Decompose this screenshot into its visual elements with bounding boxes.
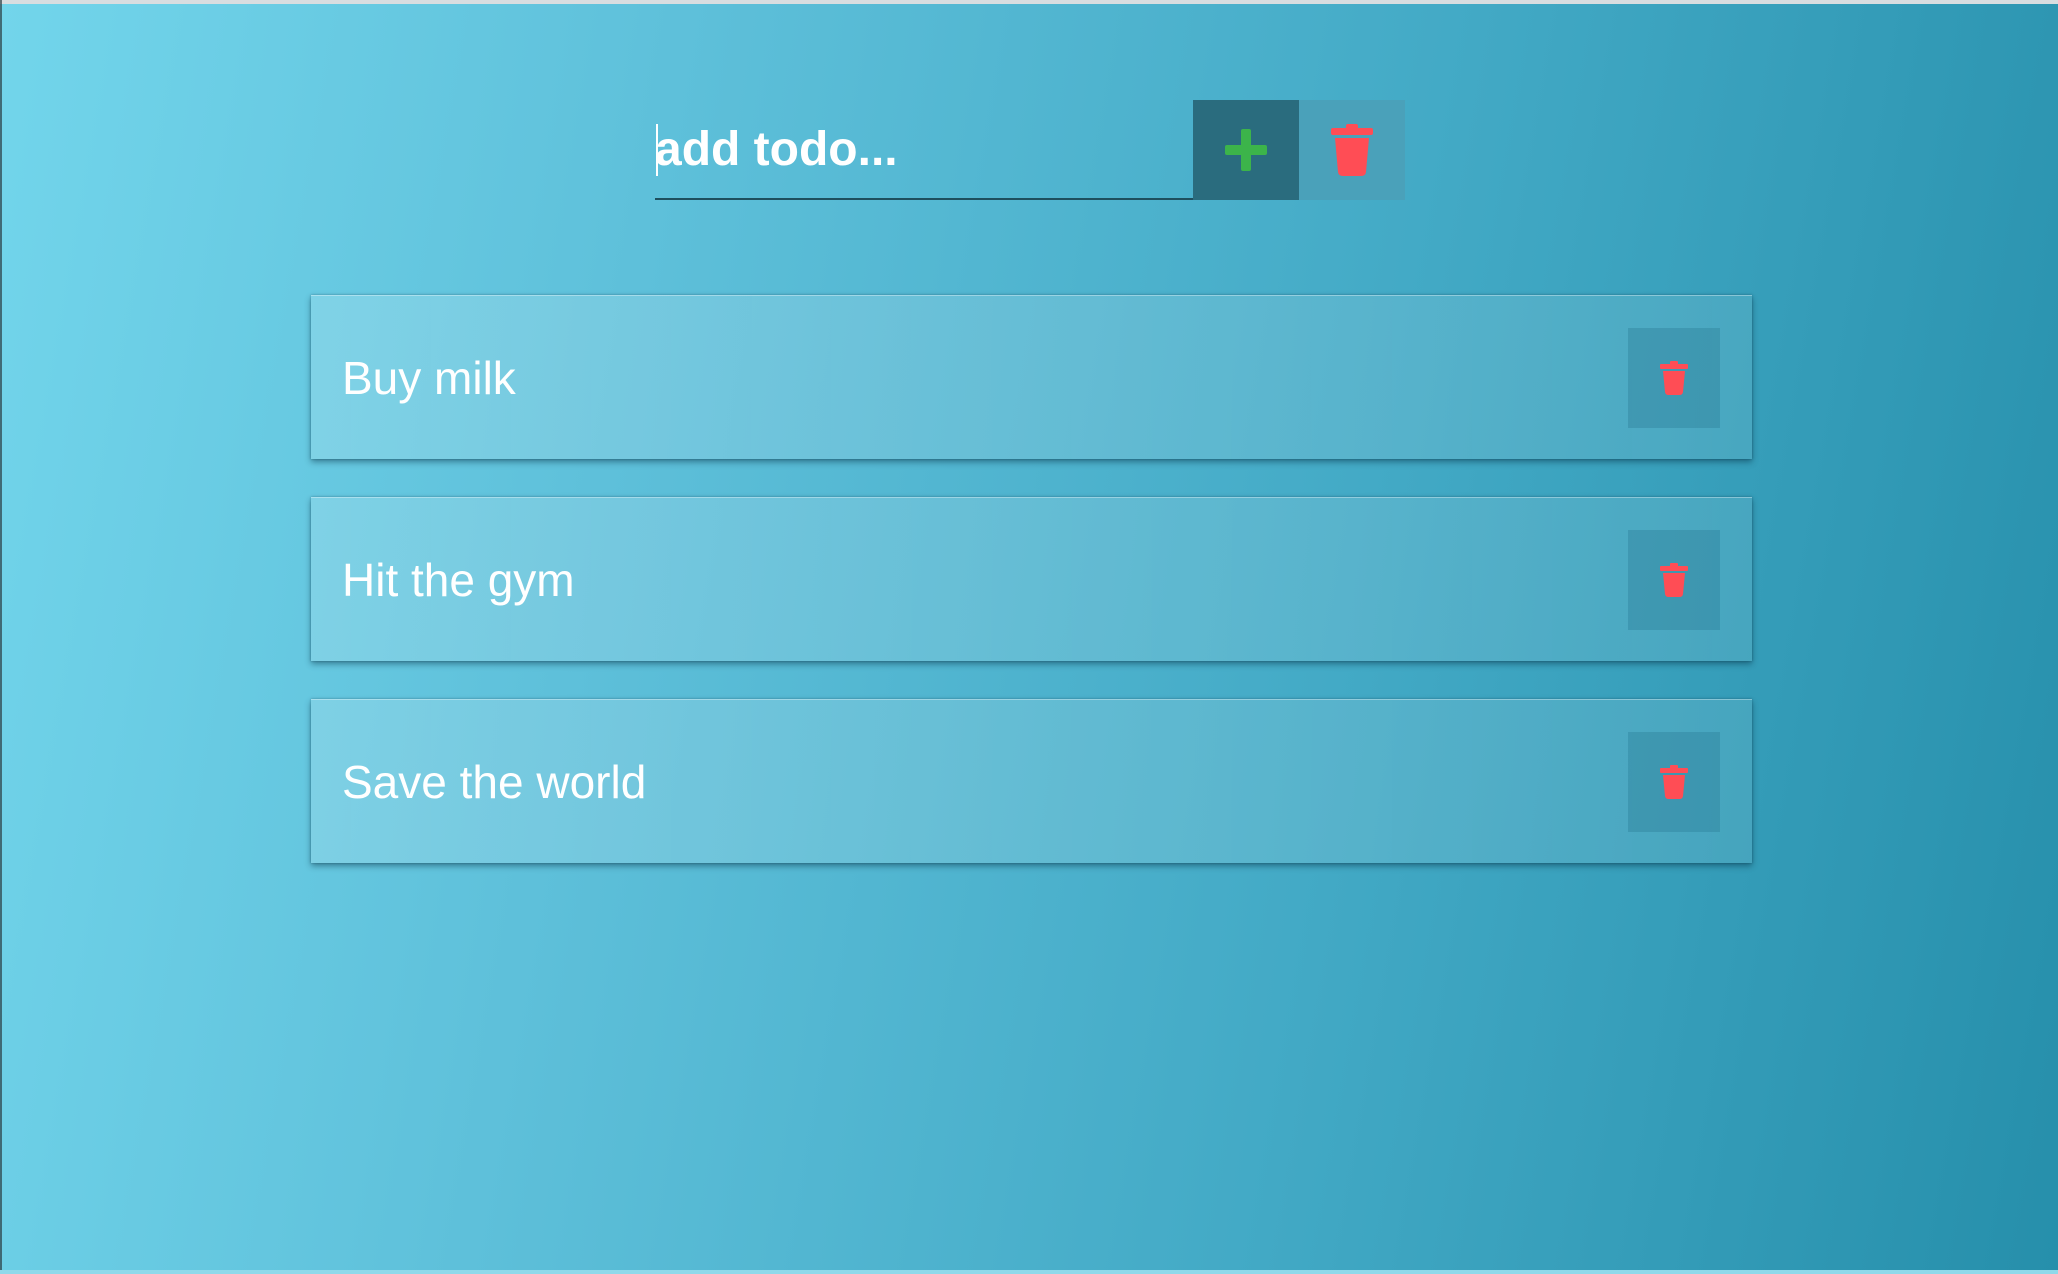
todo-text: Hit the gym [342, 554, 575, 606]
add-todo-input[interactable] [655, 100, 1193, 200]
todo-item: Hit the gym [311, 497, 1752, 661]
text-caret [656, 124, 658, 176]
todo-text: Save the world [342, 756, 647, 808]
delete-todo-button[interactable] [1628, 328, 1720, 428]
window-bottom-edge [0, 1270, 2058, 1274]
todo-item: Save the world [311, 699, 1752, 863]
add-todo-button[interactable] [1193, 100, 1299, 200]
trash-icon [1660, 765, 1688, 799]
plus-icon [1225, 129, 1267, 171]
add-todo-bar [655, 100, 1405, 200]
delete-todo-button[interactable] [1628, 732, 1720, 832]
todo-item: Buy milk [311, 295, 1752, 459]
clear-all-button[interactable] [1299, 100, 1405, 200]
trash-icon [1331, 124, 1373, 176]
todo-list: Buy milk Hit the gym Save the world [311, 295, 1752, 901]
delete-todo-button[interactable] [1628, 530, 1720, 630]
trash-icon [1660, 563, 1688, 597]
window-top-edge [0, 0, 2058, 4]
todo-app: { "input": { "placeholder": "add todo...… [0, 0, 2058, 1274]
trash-icon [1660, 361, 1688, 395]
window-left-edge [0, 0, 2, 1274]
todo-text: Buy milk [342, 352, 516, 404]
